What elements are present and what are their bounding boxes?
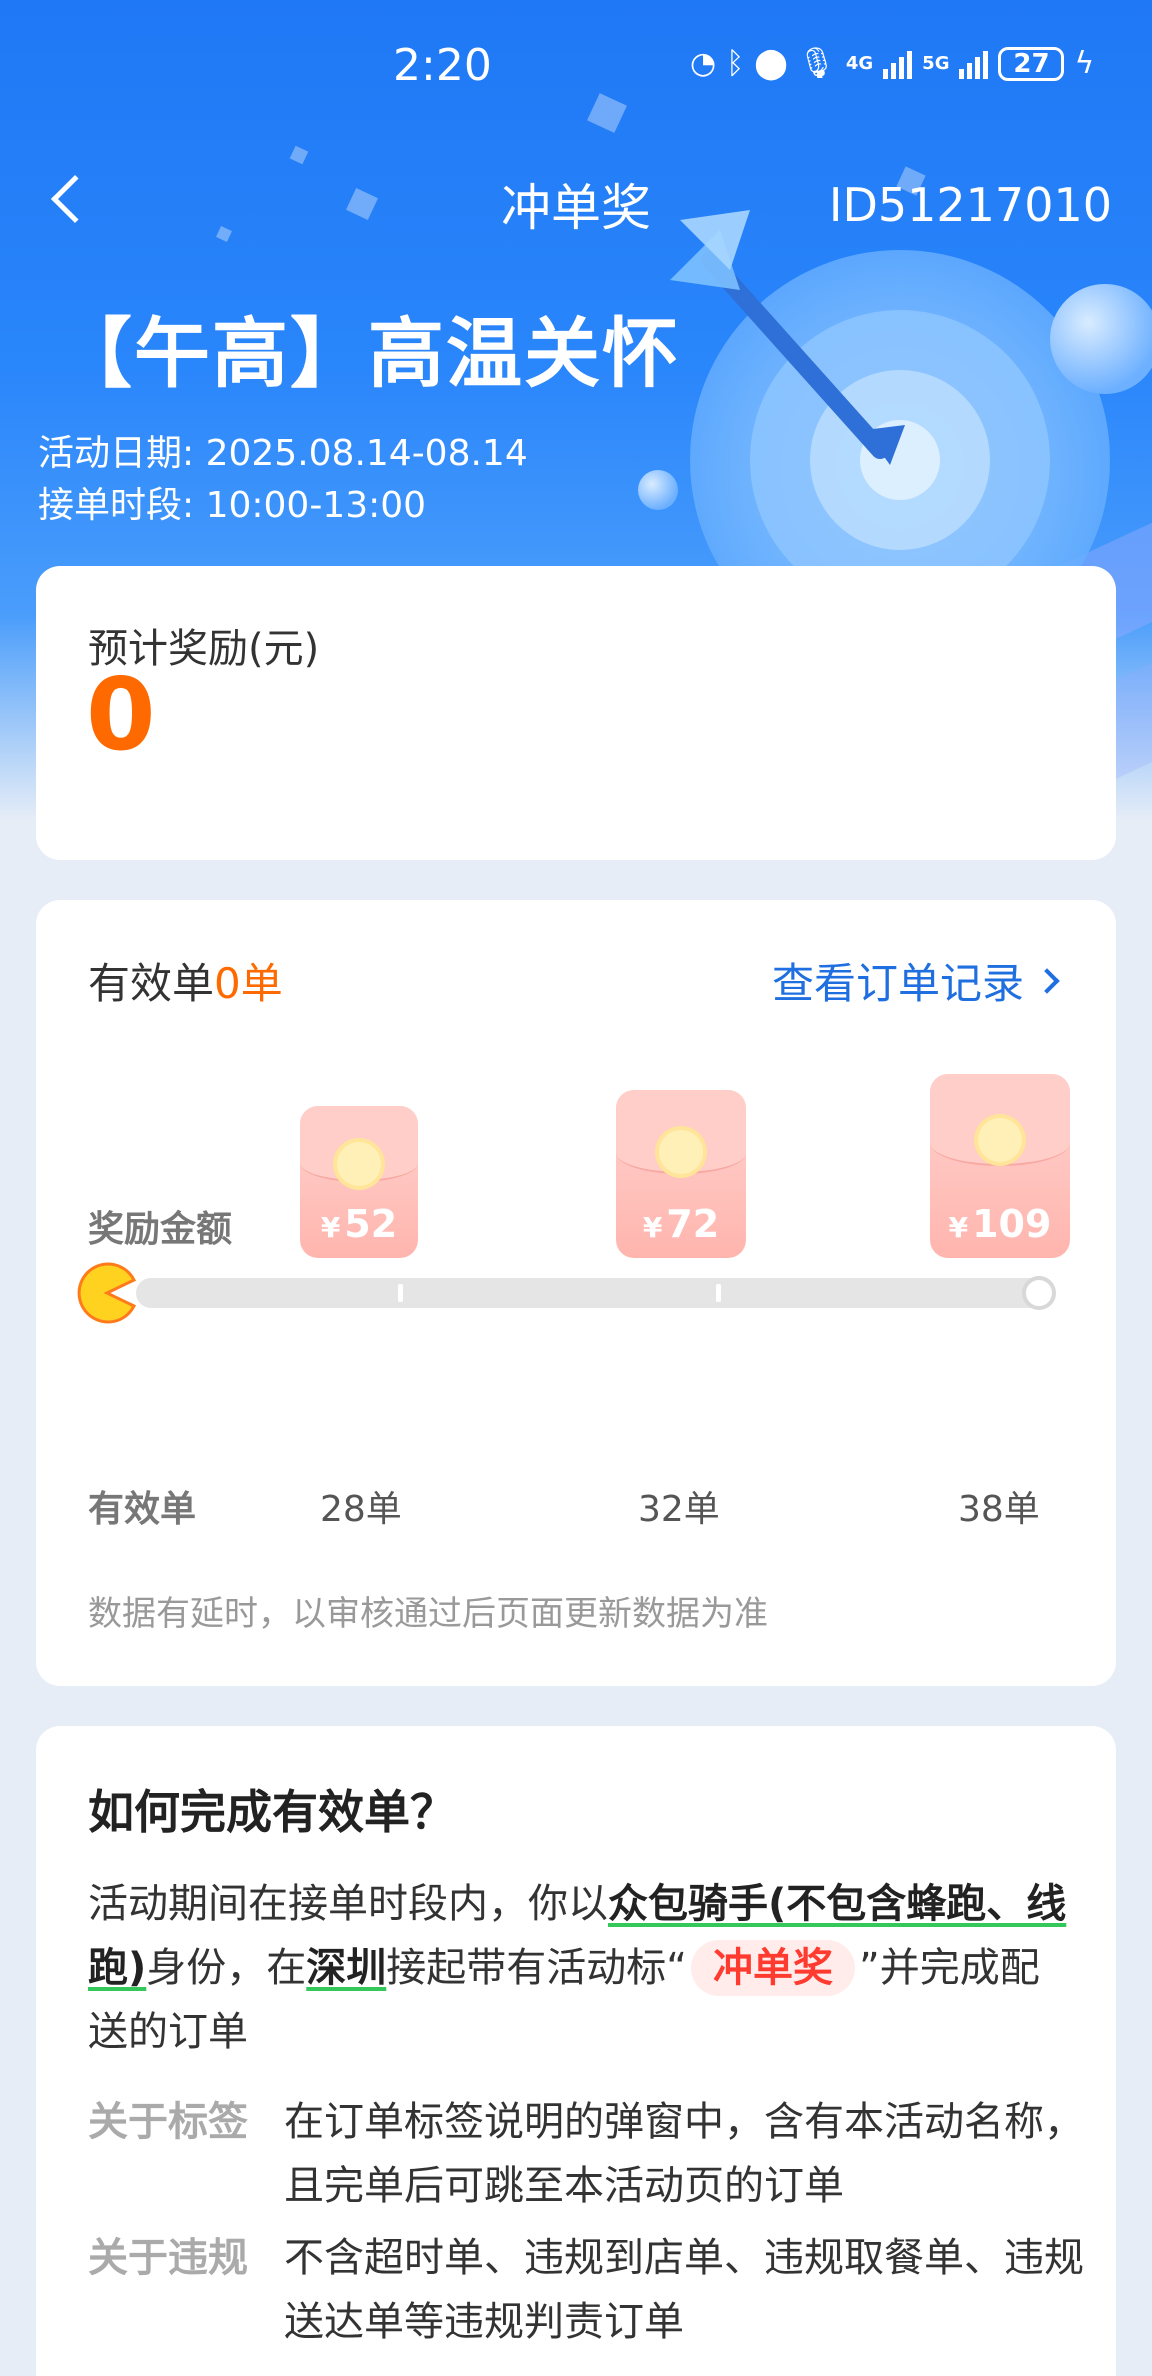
- currency-symbol: ¥: [642, 1211, 663, 1244]
- bluetooth-icon: ᛒ: [726, 46, 745, 81]
- how-to-title: 如何完成有效单？: [88, 1785, 456, 1839]
- activity-id: ID51217010: [828, 178, 1112, 232]
- orders-row-label: 有效单: [88, 1489, 197, 1530]
- valid-orders-card: 有效单0单 查看订单记录 奖励金额 ¥52 ¥72 ¥109 有效单 28单 3…: [36, 900, 1116, 1686]
- valid-orders-label: 有效单: [88, 959, 215, 1008]
- coin-icon: [659, 1130, 703, 1174]
- bubble-decoration: [1050, 284, 1152, 394]
- activity-tag-badge: 冲单奖: [691, 1940, 856, 1996]
- currency-symbol: ¥: [948, 1211, 969, 1244]
- progress-tick: [398, 1284, 403, 1302]
- activity-time-slot: 接单时段: 10:00-13:00: [38, 485, 427, 526]
- bubble-decoration: [638, 470, 678, 510]
- valid-orders-progress-track: [136, 1276, 1056, 1310]
- location-pin-icon: ⬤: [754, 46, 788, 81]
- tier-1-amount: 52: [344, 1202, 398, 1246]
- data-delay-note: 数据有延时，以审核通过后页面更新数据为准: [88, 1594, 768, 1634]
- tier-3-orders: 38单: [958, 1489, 1040, 1530]
- view-order-records-link[interactable]: 查看订单记录: [771, 950, 1060, 1011]
- reward-envelope-tier-3: ¥109: [930, 1074, 1070, 1258]
- network-type-5g: 5G: [922, 52, 950, 74]
- rule-key: 关于违规: [88, 2235, 248, 2281]
- tier-1-orders: 28单: [320, 1489, 402, 1530]
- desc-text: 活动期间在接单时段内，你以: [88, 1881, 608, 1927]
- reward-envelope-tier-2: ¥72: [616, 1090, 746, 1258]
- activity-date: 活动日期: 2025.08.14-08.14: [38, 433, 528, 474]
- coin-icon: [337, 1142, 381, 1186]
- progress-indicator-icon: [77, 1262, 137, 1324]
- speedometer-icon: ◔: [690, 46, 717, 81]
- currency-symbol: ¥: [320, 1211, 341, 1244]
- rule-value: 不含超时单、违规到店单、违规取餐单、违规送达单等违规判责订单: [284, 2235, 1084, 2345]
- activity-title: 【午高】高温关怀: [56, 309, 680, 398]
- status-icons: ◔ ᛒ ⬤ 🎙︎ 4G 5G 27 ϟ: [690, 46, 1094, 81]
- coin-icon: [978, 1118, 1022, 1162]
- rule-key: 关于标签: [88, 2099, 248, 2145]
- rule-row-violation: 关于违规 不含超时单、违规到店单、违规取餐单、违规送达单等违规判责订单: [88, 2226, 1088, 2354]
- signal-bars-icon: [883, 49, 913, 79]
- signal-bars-icon: [959, 49, 989, 79]
- view-order-records-label: 查看订单记录: [771, 959, 1024, 1008]
- how-to-description: 活动期间在接单时段内，你以众包骑手(不包含蜂跑、线跑)身份，在深圳接起带有活动标…: [88, 1872, 1078, 2064]
- charging-bolt-icon: ϟ: [1074, 46, 1095, 81]
- battery-icon: 27: [998, 46, 1065, 81]
- tier-2-amount: 72: [666, 1202, 720, 1246]
- valid-orders-summary: 有效单0单: [88, 950, 283, 1011]
- desc-text: 身份，在: [146, 1945, 307, 1991]
- valid-orders-count: 0单: [214, 959, 283, 1008]
- estimated-reward-card: 预计奖励(元) 0: [36, 566, 1116, 860]
- network-type-4g: 4G: [845, 52, 874, 74]
- tier-2-orders: 32单: [638, 1489, 720, 1530]
- status-time: 2:20: [393, 40, 492, 91]
- reward-amount-row-label: 奖励金额: [88, 1209, 233, 1250]
- estimated-reward-value: 0: [86, 656, 156, 773]
- rule-row-tag: 关于标签 在订单标签说明的弹窗中，含有本活动名称，且完单后可跳至本活动页的订单: [88, 2090, 1088, 2218]
- chevron-right-icon: [1034, 967, 1060, 994]
- tier-3-amount: 109: [972, 1202, 1052, 1246]
- microphone-icon: 🎙︎: [797, 46, 836, 81]
- desc-text: 接起带有活动标“: [386, 1945, 688, 1991]
- progress-end-marker: [1022, 1276, 1056, 1310]
- confetti-decoration: [289, 145, 309, 165]
- city-highlight: 深圳: [306, 1945, 387, 1991]
- progress-tick: [716, 1284, 721, 1302]
- how-to-complete-card: 如何完成有效单？ 活动期间在接单时段内，你以众包骑手(不包含蜂跑、线跑)身份，在…: [36, 1726, 1116, 2376]
- rule-value: 在订单标签说明的弹窗中，含有本活动名称，且完单后可跳至本活动页的订单: [284, 2099, 1084, 2209]
- status-bar: 2:20 ◔ ᛒ ⬤ 🎙︎ 4G 5G 27 ϟ: [0, 0, 1152, 130]
- reward-envelope-tier-1: ¥52: [300, 1106, 418, 1258]
